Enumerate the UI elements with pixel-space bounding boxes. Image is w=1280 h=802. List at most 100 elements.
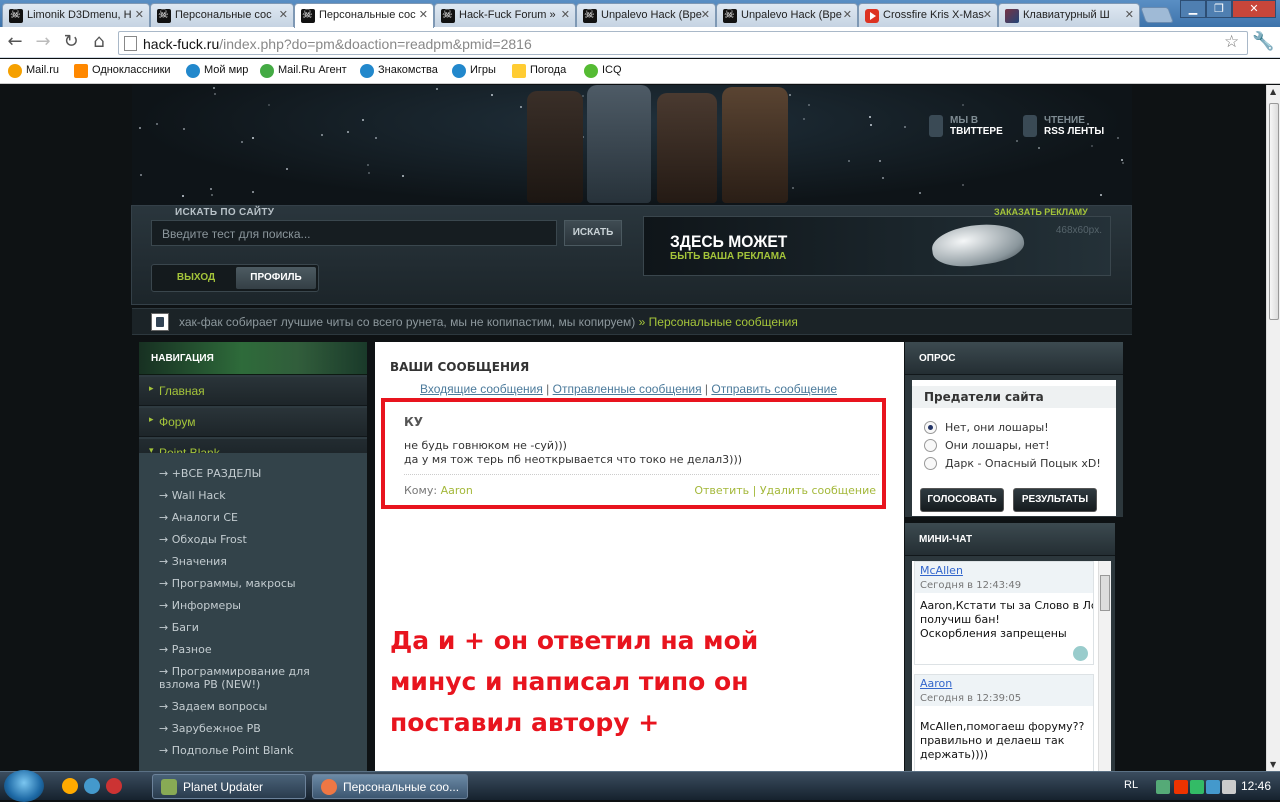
sidebar-subitem-cont[interactable]: взлома PB (NEW!) <box>159 678 359 691</box>
browser-tab[interactable]: Limonik D3Dmenu, H✕ <box>2 3 150 27</box>
reload-icon[interactable]: ↻ <box>60 31 82 53</box>
results-button[interactable]: РЕЗУЛЬТАТЫ <box>1013 488 1097 512</box>
sidebar-subitem[interactable]: → Баги <box>159 621 359 634</box>
twitter-link[interactable]: МЫ В ТВИТТЕРЕ <box>929 115 1003 137</box>
close-tab-icon[interactable]: ✕ <box>561 8 570 21</box>
bookmark-odnoklassniki[interactable]: Одноклассники <box>74 64 171 78</box>
bookmark-igry[interactable]: Игры <box>452 64 496 78</box>
bookmark-znakomstva[interactable]: Знакомства <box>360 64 438 78</box>
tray-icon[interactable] <box>1156 780 1170 794</box>
volume-icon[interactable] <box>1222 780 1236 794</box>
bookmark-mailru[interactable]: Mail.ru <box>8 64 59 78</box>
quicklaunch-icon[interactable] <box>106 778 122 794</box>
sidebar-subitem[interactable]: → Значения <box>159 555 359 568</box>
sidebar-subitem[interactable]: → Обходы Frost <box>159 533 359 546</box>
breadcrumb-current[interactable]: Персональные сообщения <box>649 315 798 329</box>
chat-box: McAllen Сегодня в 12:43:49 Aaron,Кстати т… <box>912 561 1111 771</box>
delete-link[interactable]: Удалить сообщение <box>760 484 876 497</box>
maximize-icon[interactable]: ❐ <box>1206 0 1232 18</box>
sidebar-subitem[interactable]: → Задаем вопросы <box>159 700 359 713</box>
scroll-thumb[interactable] <box>1100 575 1110 611</box>
bookmark-star-icon[interactable]: ☆ <box>1224 32 1239 52</box>
message-subject: КУ <box>404 415 424 429</box>
poll-option[interactable]: Нет, они лошары! <box>924 421 1049 434</box>
network-icon[interactable] <box>1206 780 1220 794</box>
close-tab-icon[interactable]: ✕ <box>1125 8 1134 21</box>
vote-button[interactable]: ГОЛОСОВАТЬ <box>920 488 1004 512</box>
browser-tab[interactable]: Crossfire Kris X-Mas ✕ <box>858 3 998 27</box>
inbox-link[interactable]: Входящие сообщения <box>420 382 543 396</box>
chat-scrollbar[interactable] <box>1098 561 1111 771</box>
browser-tab-active[interactable]: Персональные сос✕ <box>294 3 434 28</box>
minimize-icon[interactable]: ▁ <box>1180 0 1206 18</box>
browser-tab[interactable]: Unpalevo Hack (Вре✕ <box>576 3 716 27</box>
clock[interactable]: 12:46 <box>1241 779 1271 793</box>
close-tab-icon[interactable]: ✕ <box>701 8 710 21</box>
close-tab-icon[interactable]: ✕ <box>843 8 852 21</box>
quicklaunch-icon[interactable] <box>84 778 100 794</box>
close-tab-icon[interactable]: ✕ <box>135 8 144 21</box>
sidebar-subitem[interactable]: → Разное <box>159 643 359 656</box>
chat-user[interactable]: Aaron <box>920 677 952 690</box>
scroll-thumb[interactable] <box>1269 103 1279 320</box>
taskbar-item[interactable]: Planet Updater <box>152 774 306 799</box>
page-scrollbar[interactable]: ▲ ▼ <box>1266 85 1280 771</box>
tray-icon[interactable] <box>1174 780 1188 794</box>
radio-selected-icon[interactable] <box>924 421 937 434</box>
scroll-down-icon[interactable]: ▼ <box>1270 760 1276 769</box>
sidebar-subitem[interactable]: → Программы, макросы <box>159 577 359 590</box>
sidebar-subitem[interactable]: → Wall Hack <box>159 489 359 502</box>
rss-top: ЧТЕНИЕ <box>1044 115 1085 126</box>
sidebar-subitem[interactable]: → +ВСЕ РАЗДЕЛЫ <box>159 467 359 480</box>
radio-icon[interactable] <box>924 457 937 470</box>
search-input[interactable]: Введите тест для поиска... <box>151 220 557 246</box>
sidebar-subitem[interactable]: → Информеры <box>159 599 359 612</box>
back-icon[interactable]: ← <box>4 31 26 53</box>
sidebar-subitem[interactable]: → Аналоги CE <box>159 511 359 524</box>
chat-user[interactable]: McAllen <box>920 564 963 577</box>
home-icon[interactable]: ⌂ <box>88 31 110 53</box>
taskbar-item-active[interactable]: Персональные соо... <box>312 774 468 799</box>
bookmark-pogoda[interactable]: Погода <box>512 64 566 78</box>
mouse-image <box>929 218 1027 272</box>
close-window-icon[interactable]: ✕ <box>1232 0 1276 18</box>
ad-banner[interactable]: ЗДЕСЬ МОЖЕТ БЫТЬ ВАША РЕКЛАМА 468x60px. <box>643 216 1111 276</box>
bookmark-icq[interactable]: ICQ <box>584 64 622 78</box>
language-indicator[interactable]: RL <box>1124 779 1138 791</box>
to-user[interactable]: Aaron <box>441 484 473 497</box>
radio-icon[interactable] <box>924 439 937 452</box>
forward-icon[interactable]: → <box>32 31 54 53</box>
close-tab-icon[interactable]: ✕ <box>983 8 992 21</box>
sidebar-subitem[interactable]: → Подполье Point Blank <box>159 744 359 757</box>
close-tab-icon[interactable]: ✕ <box>279 8 288 21</box>
scroll-up-icon[interactable]: ▲ <box>1270 87 1276 96</box>
sidebar-item-main[interactable]: Главная <box>139 377 367 406</box>
profile-button[interactable]: ПРОФИЛЬ <box>236 267 316 289</box>
quicklaunch-icon[interactable] <box>62 778 78 794</box>
browser-tab[interactable]: Hack-Fuck Forum » ✕ <box>434 3 576 27</box>
link-separator: | <box>704 382 709 396</box>
sent-link[interactable]: Отправленные сообщения <box>553 382 702 396</box>
browser-tab[interactable]: Персональные сос ✕ <box>150 3 294 27</box>
close-tab-icon[interactable]: ✕ <box>419 8 428 21</box>
sidebar-item-forum[interactable]: Форум <box>139 408 367 437</box>
reply-link[interactable]: Ответить <box>694 484 749 497</box>
send-message-link[interactable]: Отправить сообщение <box>711 382 837 396</box>
bookmark-mailru-agent[interactable]: Mail.Ru Агент <box>260 64 347 78</box>
browser-tab[interactable]: Клавиатурный Ш ✕ <box>998 3 1140 27</box>
to-label: Кому: <box>404 484 438 497</box>
logout-button[interactable]: ВЫХОД <box>156 268 236 288</box>
poll-option[interactable]: Дарк - Опасный Поцык xD! <box>924 457 1101 470</box>
address-bar[interactable]: hack-fuck.ru/index.php?do=pm&doaction=re… <box>118 31 1248 55</box>
poll-option[interactable]: Они лошары, нет! <box>924 439 1050 452</box>
new-tab-button[interactable] <box>1140 7 1174 23</box>
browser-tab[interactable]: Unpalevo Hack (Вре✕ <box>716 3 858 27</box>
search-button[interactable]: ИСКАТЬ <box>564 220 622 246</box>
wrench-icon[interactable]: 🔧 <box>1252 31 1274 52</box>
tray-icon[interactable] <box>1190 780 1204 794</box>
rss-link[interactable]: ЧТЕНИЕ RSS ЛЕНТЫ <box>1023 115 1104 137</box>
sidebar-subitem[interactable]: → Программирование для <box>159 665 359 678</box>
bookmark-moy-mir[interactable]: Мой мир <box>186 64 248 78</box>
start-button[interactable] <box>4 770 44 802</box>
sidebar-subitem[interactable]: → Зарубежное PB <box>159 722 359 735</box>
